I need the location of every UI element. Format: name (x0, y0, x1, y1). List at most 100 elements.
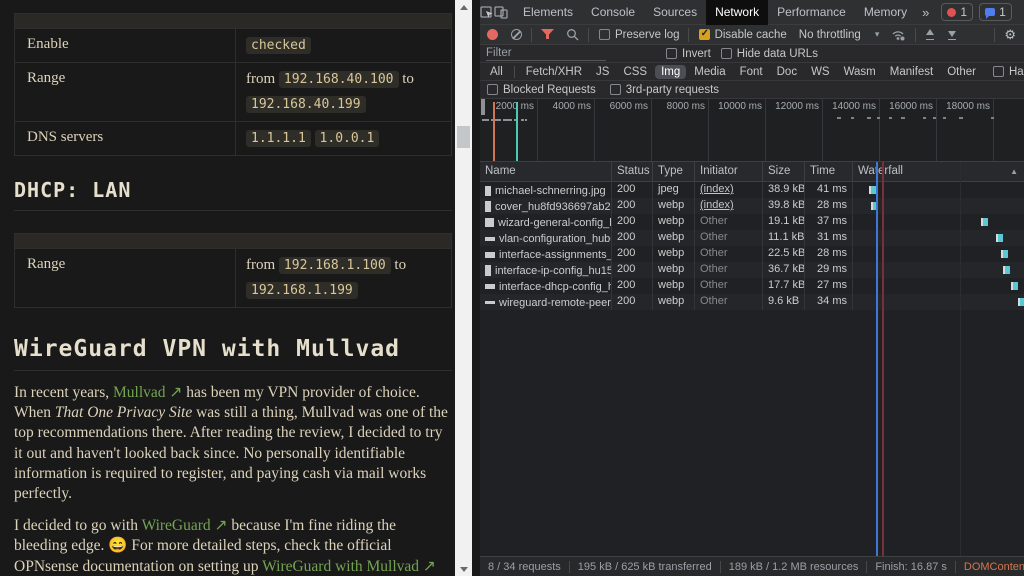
tab-network[interactable]: Network (706, 0, 768, 25)
search-icon[interactable] (560, 28, 585, 41)
request-size-cell: 36.7 kB (763, 262, 805, 278)
scrollbar-thumb[interactable] (457, 126, 470, 148)
article-paragraph: In recent years, Mullvad ↗ has been my V… (14, 383, 452, 504)
overview-request-bar (503, 119, 512, 121)
third-party-checkbox[interactable] (610, 84, 621, 95)
filter-chip-manifest[interactable]: Manifest (884, 65, 939, 79)
request-row[interactable]: interface-dhcp-config_hu…200webpOther17.… (480, 278, 1024, 294)
timeline-overview[interactable]: 2000 ms4000 ms6000 ms8000 ms10000 ms1200… (480, 99, 1024, 162)
column-header-time[interactable]: Time (805, 162, 853, 181)
settings-gear-icon[interactable]: ⚙ (1020, 4, 1024, 20)
preserve-log-label: Preserve log (615, 29, 680, 41)
request-size-cell: 11.1 kB (763, 230, 805, 246)
request-name-cell: wizard-general-config_hu… (480, 214, 612, 230)
more-tabs-icon[interactable]: » (916, 5, 935, 20)
file-thumbnail-icon (485, 237, 495, 241)
filter-chip-doc[interactable]: Doc (771, 65, 803, 79)
request-row[interactable]: michael-schnerring.jpg200jpeg(index)38.9… (480, 182, 1024, 198)
overview-request-bar (521, 119, 524, 121)
request-initiator-cell[interactable]: (index) (695, 182, 763, 198)
console-errors-badge[interactable]: 1 (941, 3, 973, 21)
column-header-status[interactable]: Status (612, 162, 653, 181)
scroll-down-button[interactable] (455, 562, 472, 576)
disable-cache-checkbox[interactable] (699, 29, 710, 40)
import-har-icon[interactable] (919, 29, 941, 40)
heading-wireguard: WireGuard VPN with Mullvad (14, 336, 452, 371)
request-row[interactable]: interface-assignments_hu…200webpOther22.… (480, 246, 1024, 262)
filter-chip-ws[interactable]: WS (805, 65, 836, 79)
throttling-select[interactable]: No throttling ▾ (799, 29, 880, 41)
request-row[interactable]: interface-ip-config_hu15…200webpOther36.… (480, 262, 1024, 278)
tab-sources[interactable]: Sources (644, 0, 706, 25)
table-header-bar (15, 234, 451, 249)
request-name-cell: michael-schnerring.jpg (480, 182, 612, 198)
article-link[interactable]: WireGuard with Mullvad ↗ (262, 558, 436, 575)
filter-input[interactable] (486, 46, 606, 61)
has-blocked-cookies-checkbox[interactable] (993, 66, 1004, 77)
article-body: In recent years, Mullvad ↗ has been my V… (14, 383, 452, 576)
filter-chip-wasm[interactable]: Wasm (838, 65, 882, 79)
filter-chip-css[interactable]: CSS (617, 65, 653, 79)
disable-cache-label: Disable cache (715, 29, 787, 41)
request-name: michael-schnerring.jpg (495, 185, 606, 197)
request-waterfall-cell (853, 246, 1024, 262)
waterfall-bar (1018, 298, 1024, 306)
request-initiator-cell[interactable]: (index) (695, 198, 763, 214)
request-row[interactable]: vlan-configuration_hub6c…200webpOther11.… (480, 230, 1024, 246)
hide-data-urls-checkbox[interactable] (721, 48, 732, 59)
column-header-size[interactable]: Size (763, 162, 805, 181)
filter-chip-all[interactable]: All (484, 65, 509, 79)
divider (588, 28, 589, 42)
filter-funnel-icon[interactable] (535, 29, 560, 40)
export-har-icon[interactable] (941, 29, 963, 40)
article-link[interactable]: WireGuard ↗ (142, 517, 228, 534)
divider (531, 28, 532, 42)
request-row[interactable]: wireguard-remote-peers_…200webpOther9.6 … (480, 294, 1024, 310)
page-scrollbar[interactable] (455, 0, 472, 576)
invert-checkbox[interactable] (666, 48, 677, 59)
tab-memory[interactable]: Memory (855, 0, 916, 25)
network-settings-gear-icon[interactable]: ⚙ (998, 27, 1024, 43)
filter-chip-img[interactable]: Img (655, 65, 686, 79)
device-toolbar-icon[interactable] (494, 0, 508, 24)
filter-chip-font[interactable]: Font (734, 65, 769, 79)
inspect-element-icon[interactable] (480, 0, 494, 24)
article-link[interactable]: Mullvad ↗ (113, 384, 182, 401)
scroll-down-icon (460, 567, 468, 572)
column-header-name[interactable]: Name (480, 162, 612, 181)
request-status-cell: 200 (612, 278, 653, 294)
spec-label: DNS servers (15, 122, 236, 155)
filter-chip-other[interactable]: Other (941, 65, 982, 79)
column-header-initiator[interactable]: Initiator (695, 162, 763, 181)
italic-text: That One Privacy Site (55, 404, 192, 421)
spec-value: 1.1.1.1 1.0.0.1 (236, 122, 451, 155)
clear-button[interactable] (511, 29, 522, 40)
table-header-bar (15, 14, 451, 29)
column-header-waterfall[interactable]: Waterfall▲ (853, 162, 1024, 181)
dropdown-arrow-icon: ▾ (875, 29, 880, 40)
column-header-type[interactable]: Type (653, 162, 695, 181)
file-thumbnail-icon (485, 301, 495, 304)
timeline-gridline (993, 99, 994, 161)
overview-brush-handle[interactable] (481, 99, 485, 115)
tab-performance[interactable]: Performance (768, 0, 855, 25)
error-count: 1 (960, 5, 967, 19)
tab-elements[interactable]: Elements (514, 0, 582, 25)
issues-badge[interactable]: 1 (979, 3, 1012, 21)
blocked-requests-checkbox[interactable] (487, 84, 498, 95)
network-conditions-icon[interactable] (885, 29, 912, 41)
filter-chip-js[interactable]: JS (590, 65, 615, 79)
request-row[interactable]: wizard-general-config_hu…200webpOther19.… (480, 214, 1024, 230)
request-size-cell: 39.8 kB (763, 198, 805, 214)
request-status-cell: 200 (612, 182, 653, 198)
request-type-cell: webp (653, 230, 695, 246)
record-button[interactable] (487, 29, 498, 40)
scroll-up-button[interactable] (455, 0, 472, 14)
filter-chip-media[interactable]: Media (688, 65, 731, 79)
tab-console[interactable]: Console (582, 0, 644, 25)
request-row[interactable]: cover_hu8fd936697ab2ce…200webp(index)39.… (480, 198, 1024, 214)
status-bar-item: 8 / 34 requests (480, 561, 569, 573)
preserve-log-checkbox[interactable] (599, 29, 610, 40)
request-size-cell: 9.6 kB (763, 294, 805, 310)
filter-chip-fetchxhr[interactable]: Fetch/XHR (520, 65, 588, 79)
